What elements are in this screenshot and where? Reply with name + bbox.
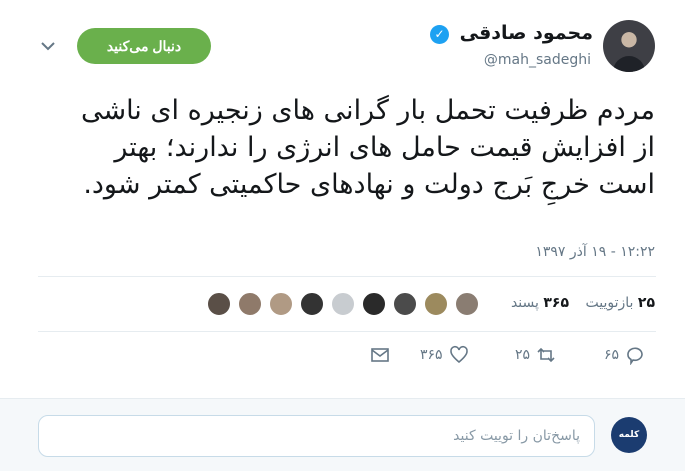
author-avatar[interactable]	[603, 20, 655, 72]
author-handle[interactable]: @mah_sadeghi	[484, 52, 591, 68]
liker-avatar[interactable]	[330, 291, 356, 317]
liker-avatars	[196, 291, 480, 317]
likes-stat[interactable]: ۳۶۵ پسند	[511, 295, 569, 311]
reply-icon	[627, 347, 643, 365]
reply-button[interactable]: ۶۵	[604, 344, 645, 366]
tweet-text: مردم ظرفیت تحمل بار گرانی های زنجیره ای …	[80, 95, 655, 200]
reply-count: ۶۵	[604, 347, 620, 363]
current-user-avatar-text: کلمه	[618, 430, 640, 440]
retweet-icon	[537, 347, 555, 363]
retweet-count: ۲۵	[515, 347, 531, 363]
direct-message-button[interactable]	[370, 344, 390, 366]
liker-avatar[interactable]	[361, 291, 387, 317]
retweets-stat[interactable]: ۲۵ بازتوییت	[586, 295, 655, 311]
reply-input[interactable]	[38, 415, 595, 457]
divider	[38, 276, 656, 277]
divider	[38, 331, 656, 332]
likes-count: ۳۶۵	[543, 295, 569, 311]
tweet-timestamp[interactable]: ۱۲:۲۲ - ۱۹ آذر ۱۳۹۷	[535, 244, 655, 260]
liker-avatar[interactable]	[268, 291, 294, 317]
reply-area	[0, 398, 685, 471]
liker-avatar[interactable]	[237, 291, 263, 317]
verified-badge-icon: ✓	[430, 25, 449, 44]
like-count: ۳۶۵	[420, 347, 443, 363]
heart-icon	[449, 345, 468, 364]
author-display-name[interactable]: محمود صادقی	[460, 22, 593, 44]
liker-avatar[interactable]	[206, 291, 232, 317]
following-button[interactable]: دنبال می‌کنید	[77, 28, 211, 64]
current-user-avatar[interactable]: کلمه	[611, 417, 647, 453]
liker-avatar[interactable]	[392, 291, 418, 317]
like-button[interactable]: ۳۶۵	[420, 344, 469, 366]
retweet-button[interactable]: ۲۵	[515, 344, 556, 366]
retweets-count: ۲۵	[637, 295, 655, 311]
liker-avatar[interactable]	[454, 291, 480, 317]
liker-avatar[interactable]	[299, 291, 325, 317]
tweet-card: محمود صادقی ✓ @mah_sadeghi دنبال می‌کنید…	[0, 0, 685, 398]
likes-label: پسند	[510, 295, 539, 311]
liker-avatar[interactable]	[423, 291, 449, 317]
envelope-icon	[371, 348, 389, 362]
retweets-label: بازتوییت	[585, 295, 634, 311]
chevron-down-icon[interactable]	[38, 36, 58, 56]
